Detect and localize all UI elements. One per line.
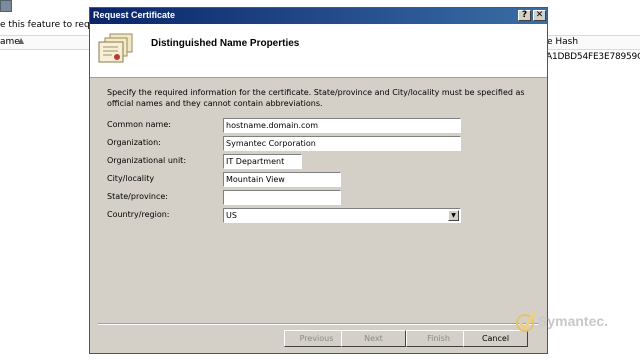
dialog-banner: Distinguished Name Properties xyxy=(90,24,547,78)
country-select[interactable]: US ▼ xyxy=(223,208,461,223)
city-field[interactable]: Mountain View xyxy=(223,172,341,187)
column-header-name[interactable]: ame xyxy=(0,37,20,47)
hash-cell: A1DBD54FE3E78959C4. xyxy=(546,52,640,62)
button-separator xyxy=(98,323,539,325)
common-name-label: Common name: xyxy=(107,120,171,129)
dialog-title: Request Certificate xyxy=(93,10,176,20)
org-unit-label: Organizational unit: xyxy=(107,156,187,165)
country-value: US xyxy=(226,211,237,220)
column-header-hash[interactable]: e Hash xyxy=(547,37,578,47)
dialog-titlebar[interactable]: Request Certificate ? ✕ xyxy=(90,8,547,24)
chevron-down-icon[interactable]: ▼ xyxy=(448,210,459,221)
symantec-watermark: Symantec. xyxy=(515,308,635,338)
checkmark-logo-icon xyxy=(516,311,537,332)
state-field[interactable] xyxy=(223,190,341,205)
finish-button[interactable]: Finish xyxy=(406,330,471,347)
org-unit-field[interactable]: IT Department xyxy=(223,154,302,169)
instructions-text: Specify the required information for the… xyxy=(107,88,525,108)
organization-field[interactable]: Symantec Corporation xyxy=(223,136,461,151)
request-certificate-dialog: Request Certificate ? ✕ Distinguished Na… xyxy=(89,7,548,354)
next-button[interactable]: Next xyxy=(341,330,406,347)
organization-label: Organization: xyxy=(107,138,161,147)
state-label: State/province: xyxy=(107,192,168,201)
close-button[interactable]: ✕ xyxy=(533,10,546,21)
country-label: Country/region: xyxy=(107,210,170,219)
common-name-field[interactable]: hostname.domain.com xyxy=(223,118,461,133)
app-icon xyxy=(0,0,12,12)
help-button[interactable]: ? xyxy=(518,10,531,21)
previous-button[interactable]: Previous xyxy=(284,330,349,347)
city-label: City/locality xyxy=(107,174,155,183)
sort-arrow-icon: ▲ xyxy=(18,36,25,45)
watermark-brand: Symantec. xyxy=(538,313,609,329)
certificate-icon xyxy=(98,33,133,63)
banner-title: Distinguished Name Properties xyxy=(151,38,300,49)
